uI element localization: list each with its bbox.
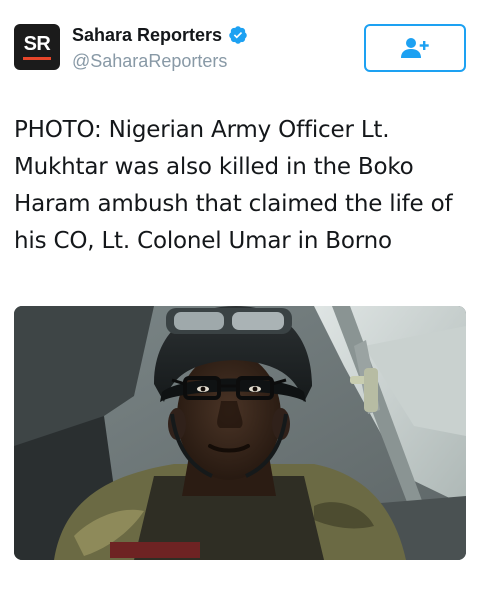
avatar-logo-bar: [23, 57, 51, 60]
add-user-icon: [401, 38, 429, 58]
avatar-logo-text: SR: [23, 33, 51, 55]
follow-button[interactable]: [364, 24, 466, 72]
tweet-card: SR Sahara Reporters @SaharaReporters PHO…: [0, 0, 480, 592]
photo-illustration: [14, 306, 466, 560]
avatar[interactable]: SR: [14, 24, 60, 70]
author-name-row: Sahara Reporters: [72, 24, 248, 46]
author-display-name[interactable]: Sahara Reporters: [72, 24, 222, 46]
tweet-header: SR Sahara Reporters @SaharaReporters: [14, 24, 466, 74]
verified-badge-icon: [228, 25, 248, 45]
tweet-text: PHOTO: Nigerian Army Officer Lt. Mukhtar…: [14, 117, 453, 254]
tweet-photo[interactable]: [14, 306, 466, 560]
author-handle[interactable]: @SaharaReporters: [72, 50, 227, 72]
